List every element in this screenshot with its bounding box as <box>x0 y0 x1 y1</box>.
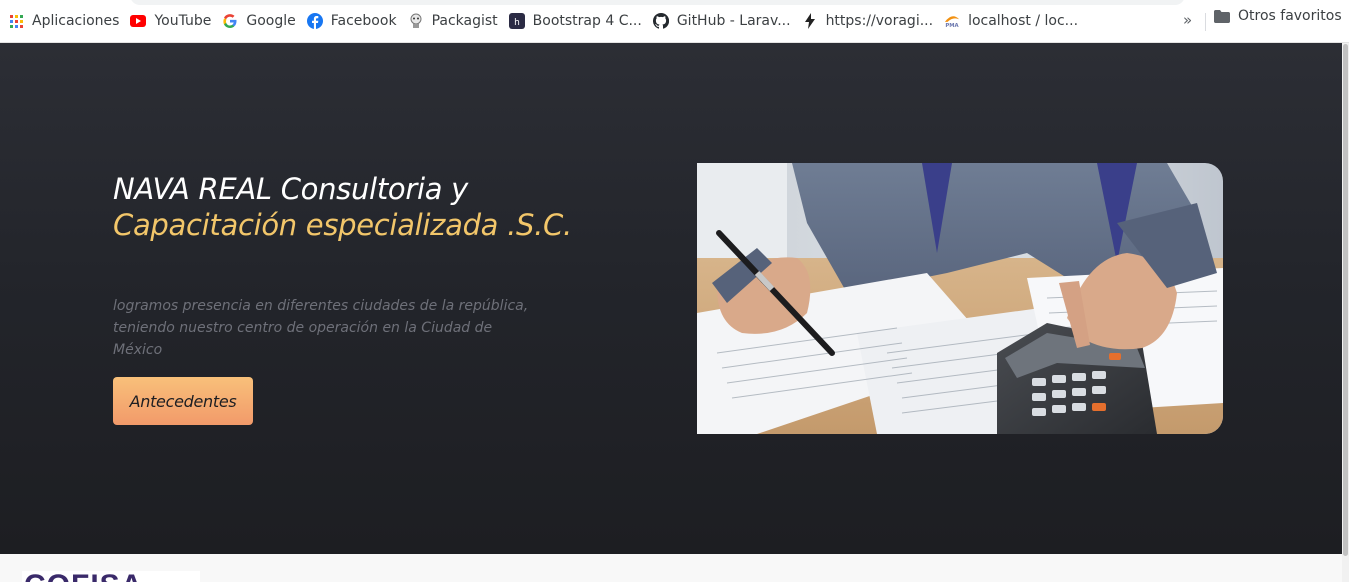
packagist-icon <box>408 13 424 29</box>
bookmarks-separator <box>1205 13 1206 31</box>
bookmark-label: Google <box>246 13 296 29</box>
apps-grid-icon <box>8 13 24 29</box>
folder-icon <box>1214 8 1230 24</box>
bookmarks-bar: Aplicaciones YouTube Google Facebook Pac… <box>0 0 1349 43</box>
bookmark-label: Packagist <box>431 13 498 29</box>
svg-text:h: h <box>514 18 520 28</box>
hero-title: NAVA REAL Consultoria y Capacitación esp… <box>113 171 573 243</box>
next-section: COFISA <box>0 554 1342 582</box>
scrollbar-thumb[interactable] <box>1343 44 1348 556</box>
bookmarks-overflow-button[interactable]: » <box>1183 11 1192 29</box>
bookmark-youtube[interactable]: YouTube <box>128 7 217 35</box>
page-scrollbar[interactable] <box>1342 43 1349 582</box>
bolt-icon <box>802 13 818 29</box>
bookmark-label: Bootstrap 4 C... <box>532 13 642 29</box>
bookmark-facebook[interactable]: Facebook <box>305 7 403 35</box>
bookmark-label: localhost / loc... <box>968 13 1079 29</box>
bookmark-bootstrap[interactable]: h Bootstrap 4 C... <box>507 7 648 35</box>
bookmark-github[interactable]: GitHub - Larav... <box>651 7 797 35</box>
other-favorites-folder[interactable]: Otros favoritos <box>1214 8 1342 24</box>
hero-photo <box>697 163 1223 434</box>
youtube-icon <box>130 13 147 29</box>
cofisa-logo[interactable]: COFISA <box>22 571 200 582</box>
github-icon <box>652 13 669 29</box>
bookmark-google[interactable]: Google <box>220 7 301 35</box>
facebook-icon <box>306 13 323 29</box>
bookmark-aplicaciones[interactable]: Aplicaciones <box>6 7 125 35</box>
bookmark-label: Aplicaciones <box>32 13 120 29</box>
bookmark-label: GitHub - Larav... <box>676 13 791 29</box>
bookmark-localhost[interactable]: PMA localhost / loc... <box>942 7 1084 35</box>
svg-text:PMA: PMA <box>945 23 959 29</box>
calculator-documents-illustration <box>697 163 1223 434</box>
bookmark-label: https://voragi... <box>825 13 934 29</box>
phpmyadmin-icon: PMA <box>944 13 960 29</box>
hero-title-line2: Capacitación especializada .S.C. <box>113 208 572 242</box>
bookmark-label: Otros favoritos <box>1238 8 1342 24</box>
hero-title-line1: NAVA REAL Consultoria y <box>113 172 468 206</box>
bookmark-packagist[interactable]: Packagist <box>406 7 504 35</box>
hero-description: logramos presencia en diferentes ciudade… <box>113 298 529 358</box>
bookmark-label: YouTube <box>154 13 212 29</box>
antecedentes-button[interactable]: Antecedentes <box>113 377 253 425</box>
address-bar-edge[interactable] <box>130 0 1185 5</box>
hero-section: NAVA REAL Consultoria y Capacitación esp… <box>0 43 1342 554</box>
bookmark-label: Facebook <box>330 13 397 29</box>
google-icon <box>222 13 238 29</box>
bootstrap-icon: h <box>508 13 525 29</box>
cofisa-logo-text: COFISA <box>24 571 143 582</box>
bookmark-voragi[interactable]: https://voragi... <box>800 7 940 35</box>
